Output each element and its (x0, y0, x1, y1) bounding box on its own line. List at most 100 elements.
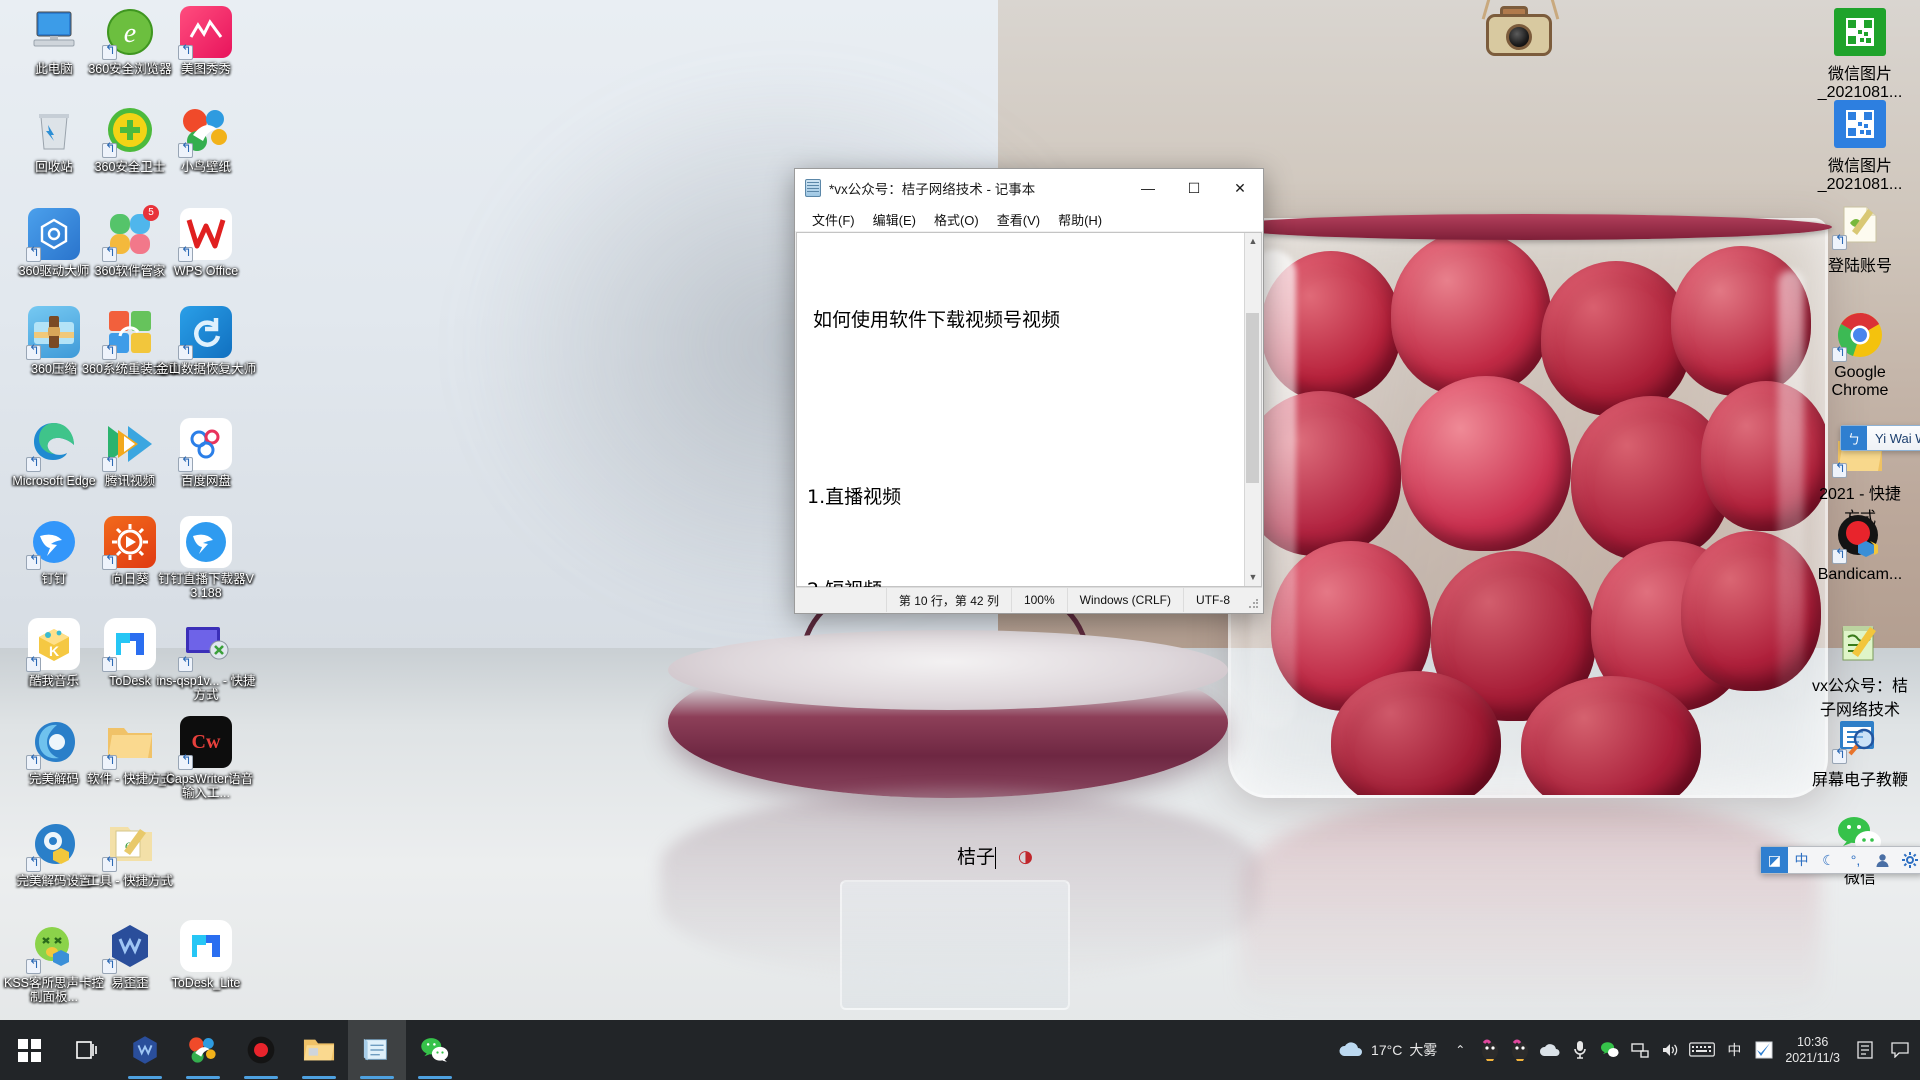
taskbar-clock[interactable]: 10:36 2021/11/3 (1779, 1034, 1850, 1066)
desktop-icon-label: 微信图片_2021081... (1817, 66, 1903, 101)
desktop-icon-login-account[interactable]: 登陆账号 (1812, 200, 1908, 276)
notepad-menu-bar[interactable]: 文件(F) 编辑(E) 格式(O) 查看(V) 帮助(H) (795, 207, 1263, 231)
desktop-icon-remote-shortcut[interactable]: ins-qsp1v... - 快捷方式 (154, 618, 258, 702)
jar-reflection (1240, 800, 1820, 1010)
desktop-icon-kingsoft-recovery[interactable]: 金山数据恢复大师 (154, 306, 258, 376)
ime-toolbar[interactable]: ◪ 中 ☾ °, (1760, 846, 1920, 874)
desktop-icon-meitu[interactable]: 美图秀秀 (154, 6, 258, 76)
folder-tools-shortcut-icon: e (102, 818, 156, 872)
cloud-sync-icon[interactable] (1535, 1020, 1565, 1080)
resize-grip[interactable] (1248, 598, 1260, 610)
punctuation-icon[interactable]: °, (1842, 847, 1869, 873)
shortcut-overlay-icon (26, 959, 41, 974)
qq-icon[interactable] (1475, 1020, 1505, 1080)
weather-widget[interactable]: 17°C 大雾 (1324, 1040, 1445, 1060)
svg-text:e: e (124, 18, 136, 49)
action-center-icon[interactable] (1880, 1020, 1920, 1080)
wechat-taskbar-icon (421, 1038, 449, 1062)
taskbar-bird-wallpaper[interactable] (174, 1020, 232, 1080)
notepad-text-area-wrapper[interactable]: 如何使用软件下载视频号视频 1.直播视频 2.短视频 桔子 ◑ ▲ ▼ (796, 232, 1262, 869)
remote-desktop-shortcut-icon (178, 618, 232, 672)
taskbar-wechat[interactable] (406, 1020, 464, 1080)
menu-edit[interactable]: 编辑(E) (864, 208, 925, 231)
network-icon[interactable] (1625, 1020, 1655, 1080)
moon-icon[interactable]: ☾ (1815, 847, 1842, 873)
chinese-mode-icon[interactable]: 中 (1788, 847, 1815, 873)
taskbar-yiwaiwai[interactable] (116, 1020, 174, 1080)
menu-help[interactable]: 帮助(H) (1049, 208, 1111, 231)
notepad-status-bar: 第 10 行，第 42 列 100% Windows (CRLF) UTF-8 (796, 587, 1262, 612)
shortcut-overlay-icon (102, 345, 117, 360)
chrome-icon (1832, 310, 1886, 362)
notepad-file-icon (1834, 620, 1886, 668)
desktop-icon-baidu-netdisk[interactable]: 百度网盘 (154, 418, 258, 488)
desktop-icon-wechat-image-2[interactable]: 微信图片_2021081... (1812, 100, 1908, 194)
taskbar-notepad[interactable] (348, 1020, 406, 1080)
start-button[interactable] (0, 1020, 58, 1080)
gear-icon[interactable] (1896, 847, 1920, 873)
wechat-tray-icon[interactable] (1595, 1020, 1625, 1080)
desktop-icon-wps-office[interactable]: WPS Office (154, 208, 258, 278)
notepad-window[interactable]: *vx公众号：桔子网络技术 - 记事本 — ☐ ✕ 文件(F) 编辑(E) 格式… (794, 168, 1264, 869)
desktop-icon-bird-wallpaper[interactable]: 小鸟壁纸 (154, 104, 258, 174)
text-caret (995, 846, 997, 869)
yiwaiwai-label: Yi Wai W (1875, 430, 1920, 446)
desktop-icon-bandicam[interactable]: Bandicam... (1812, 512, 1908, 584)
notepad-text-area[interactable]: 如何使用软件下载视频号视频 1.直播视频 2.短视频 桔子 ◑ (797, 233, 1244, 869)
taskbar[interactable]: 17°C 大雾 ⌃ 中 10:36 2021/11/3 (0, 1020, 1920, 1080)
maximize-button[interactable]: ☐ (1171, 169, 1217, 207)
shortcut-overlay-icon (26, 857, 41, 872)
desktop-icon-label: ins-qsp1v... - 快捷方式 (156, 674, 256, 702)
taskbar-bandicam[interactable] (232, 1020, 290, 1080)
keyboard-icon[interactable] (1685, 1020, 1719, 1080)
scroll-down-arrow[interactable]: ▼ (1245, 569, 1261, 586)
scrollbar-thumb[interactable] (1246, 313, 1259, 483)
folder-software-shortcut-icon (102, 716, 156, 770)
safeguard-360-icon (102, 104, 156, 158)
task-view-button[interactable] (58, 1020, 116, 1080)
shortcut-overlay-icon (178, 755, 193, 770)
taskbar-file-explorer[interactable] (290, 1020, 348, 1080)
ime-pinyin-icon[interactable]: ㄅ (1841, 426, 1867, 450)
shortcut-overlay-icon (26, 345, 41, 360)
window-title: *vx公众号：桔子网络技术 - 记事本 (829, 182, 1036, 197)
microphone-icon[interactable] (1565, 1020, 1595, 1080)
chevron-up-icon[interactable]: ⌃ (1445, 1020, 1475, 1080)
desktop-icon-dingtalk-live-downloader[interactable]: 钉钉直播下载器V3.188 (154, 516, 258, 600)
todesk-icon (102, 618, 156, 672)
yiwaiwai-icon (102, 920, 156, 974)
minimize-button[interactable]: — (1125, 169, 1171, 207)
menu-format[interactable]: 格式(O) (925, 208, 988, 231)
desktop-icon-google-chrome[interactable]: Google Chrome (1812, 310, 1908, 400)
ime-chinese-icon[interactable]: 中 (1719, 1020, 1749, 1080)
desktop-icon-folder-tools[interactable]: e 工具 - 快捷方式 (78, 818, 182, 888)
desktop-icon-todesk-lite[interactable]: ToDesk_Lite (154, 920, 258, 990)
user-icon[interactable] (1869, 847, 1896, 873)
svg-text:K: K (49, 643, 59, 659)
strawberry-jar (1228, 218, 1828, 798)
menu-view[interactable]: 查看(V) (988, 208, 1049, 231)
desktop-icon-wechat-image-1[interactable]: 微信图片_2021081... (1812, 8, 1908, 102)
notepad-icon (805, 179, 821, 197)
sogou-tray-icon[interactable] (1749, 1020, 1779, 1080)
vertical-scrollbar[interactable]: ▲ ▼ (1244, 233, 1261, 586)
notepad-tray-icon[interactable] (1850, 1020, 1880, 1080)
menu-file[interactable]: 文件(F) (803, 208, 864, 231)
qq-icon-2[interactable] (1505, 1020, 1535, 1080)
shortcut-overlay-icon (1832, 235, 1847, 250)
desktop-icon-notepad-file[interactable]: vx公众号：桔子网络技术 (1812, 620, 1908, 720)
shortcut-overlay-icon (178, 143, 193, 158)
close-button[interactable]: ✕ (1217, 169, 1263, 207)
notepad-title-bar[interactable]: *vx公众号：桔子网络技术 - 记事本 — ☐ ✕ (795, 169, 1263, 207)
shortcut-overlay-icon (26, 555, 41, 570)
scroll-up-arrow[interactable]: ▲ (1245, 233, 1261, 250)
yiwaiwai-floating-bar[interactable]: ㄅ Yi Wai W (1840, 425, 1920, 451)
volume-icon[interactable] (1655, 1020, 1685, 1080)
desktop-icon-capswriter[interactable]: Cw _CapsWriter语音输入工... (154, 716, 258, 800)
desktop-icon-label: 小鸟壁纸 (180, 160, 231, 174)
desktop-icon-label: vx公众号：桔子网络技术 (1812, 678, 1909, 719)
sogou-logo-icon[interactable]: ◪ (1761, 847, 1788, 873)
desktop-icon-screen-pointer[interactable]: 屏幕电子教鞭 (1812, 716, 1908, 790)
dingtalk-live-downloader-icon (180, 516, 232, 568)
shortcut-overlay-icon (102, 959, 117, 974)
